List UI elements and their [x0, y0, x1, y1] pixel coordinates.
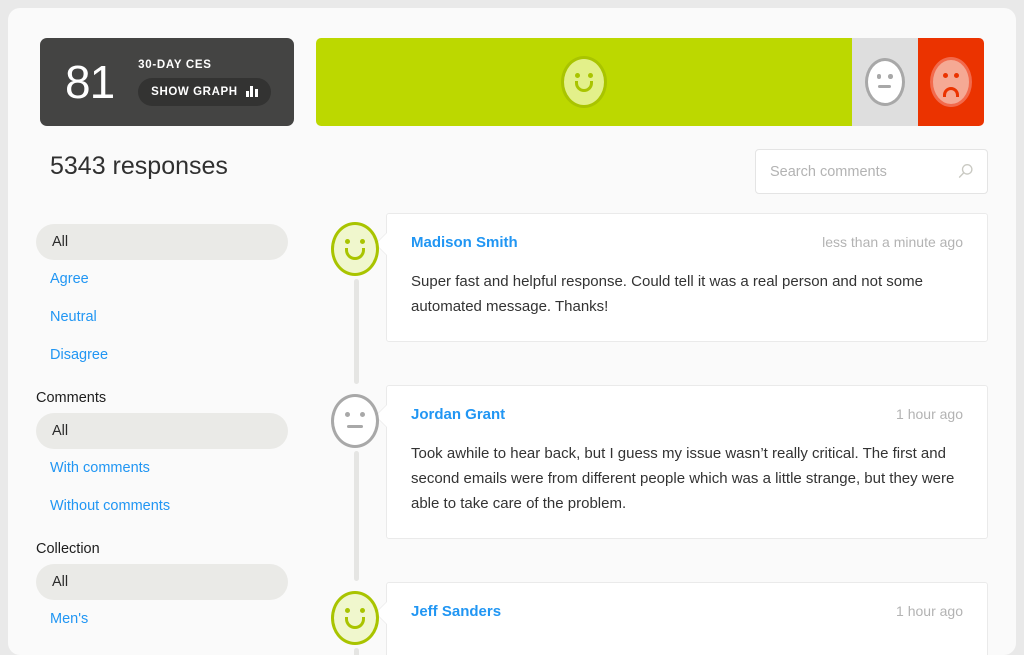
ces-score-value: 81 [65, 56, 115, 108]
comment-row: Madison Smith less than a minute ago Sup… [328, 213, 988, 384]
sentiment-segment-disagree[interactable] [917, 38, 984, 126]
comment-author[interactable]: Jeff Sanders [411, 603, 501, 620]
timeline-connector [354, 648, 359, 655]
filters-sidebar: All Agree Neutral Disagree Comments All … [36, 224, 288, 638]
neutral-face-icon [864, 58, 905, 106]
comment-row: Jordan Grant 1 hour ago Took awhile to h… [328, 385, 988, 581]
sad-face-icon [929, 57, 972, 107]
sidebar-item-collection-mens[interactable]: Men's [36, 600, 288, 638]
timeline-connector [354, 279, 359, 384]
smiley-face-icon [331, 222, 379, 276]
comment-timestamp: 1 hour ago [896, 603, 963, 619]
ces-score-label: 30-DAY CES [138, 58, 212, 71]
timeline-column [328, 582, 386, 655]
smiley-face-icon [560, 56, 607, 108]
comment-card: Jeff Sanders 1 hour ago [375, 582, 988, 655]
ces-score-meta: 30-DAY CES SHOW GRAPH [138, 59, 271, 106]
sidebar-item-without-comments[interactable]: Without comments [36, 487, 288, 525]
bar-chart-icon [245, 86, 258, 97]
sidebar-item-sentiment-all[interactable]: All [36, 224, 288, 260]
search-icon[interactable] [957, 163, 974, 180]
sidebar-item-label: All [52, 574, 69, 590]
sidebar-item-label: All [52, 423, 69, 439]
comment-timestamp: 1 hour ago [896, 406, 963, 422]
comment-card: Madison Smith less than a minute ago Sup… [375, 213, 988, 342]
comment-body: Super fast and helpful response. Could t… [411, 273, 923, 315]
sentiment-distribution-bar [316, 38, 984, 126]
comment-author[interactable]: Jordan Grant [411, 406, 505, 423]
comment-header: Madison Smith less than a minute ago [411, 234, 963, 251]
comment-header: Jeff Sanders 1 hour ago [411, 603, 963, 620]
sentiment-segment-neutral[interactable] [851, 38, 918, 126]
comment-card: Jordan Grant 1 hour ago Took awhile to h… [375, 385, 988, 539]
sidebar-item-collection-all[interactable]: All [36, 564, 288, 600]
neutral-face-icon [331, 394, 379, 448]
sidebar-item-sentiment-neutral[interactable]: Neutral [36, 298, 288, 336]
dashboard-header: 81 30-DAY CES SHOW GRAPH [40, 38, 984, 126]
comments-feed: Madison Smith less than a minute ago Sup… [328, 213, 988, 655]
sidebar-group-title-collection: Collection [36, 541, 100, 557]
sidebar-item-label: All [52, 234, 69, 250]
timeline-connector [354, 451, 359, 581]
sidebar-group-title-comments: Comments [36, 390, 107, 406]
comment-row: Jeff Sanders 1 hour ago [328, 582, 988, 655]
ces-score-card: 81 30-DAY CES SHOW GRAPH [40, 38, 294, 126]
comment-timestamp: less than a minute ago [822, 234, 963, 250]
sidebar-item-with-comments[interactable]: With comments [36, 449, 288, 487]
comment-header: Jordan Grant 1 hour ago [411, 406, 963, 423]
sidebar-item-sentiment-disagree[interactable]: Disagree [36, 336, 288, 374]
show-graph-label: SHOW GRAPH [151, 85, 238, 98]
search-input[interactable] [770, 163, 957, 180]
responses-count: 5343 responses [50, 152, 228, 180]
show-graph-button[interactable]: SHOW GRAPH [138, 77, 271, 106]
search-comments-box[interactable] [755, 149, 988, 194]
comment-body: Took awhile to hear back, but I guess my… [411, 445, 955, 512]
comment-author[interactable]: Madison Smith [411, 234, 518, 251]
sidebar-item-sentiment-agree[interactable]: Agree [36, 260, 288, 298]
app-page: 81 30-DAY CES SHOW GRAPH 5343 responses … [8, 8, 1016, 655]
sidebar-item-comments-all[interactable]: All [36, 413, 288, 449]
smiley-face-icon [331, 591, 379, 645]
sentiment-segment-agree[interactable] [316, 38, 852, 126]
